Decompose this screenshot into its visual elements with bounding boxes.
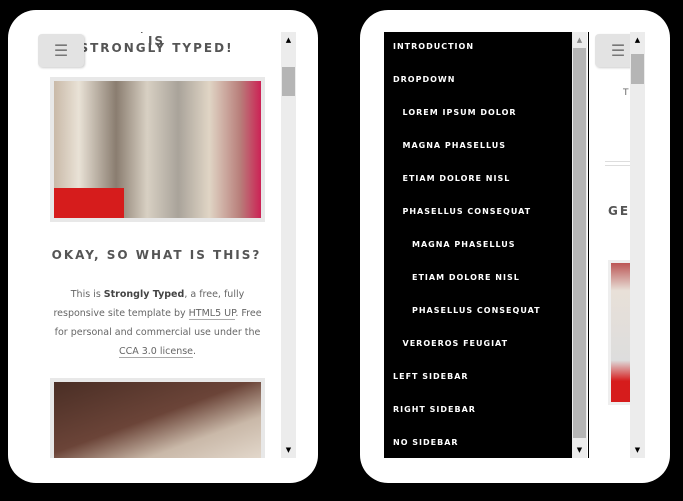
menu-item[interactable]: MAGNA PHASELLUS: [412, 240, 516, 249]
cut-heading: GEN: [608, 204, 630, 218]
text: This is: [70, 289, 104, 300]
html5up-link[interactable]: HTML5 UP: [188, 308, 236, 320]
menu-item[interactable]: MAGNA PHASELLUS: [403, 141, 507, 150]
cut-text: T: [623, 88, 629, 98]
cake-image: [50, 378, 265, 458]
divider: [605, 161, 630, 166]
hamburger-icon: ☰: [53, 41, 69, 60]
right-scrollbar[interactable]: ▲ ▼: [630, 32, 645, 458]
menu-item[interactable]: DROPDOWN: [393, 75, 455, 84]
menu-item[interactable]: RIGHT SIDEBAR: [393, 405, 476, 414]
text: .: [193, 346, 197, 357]
menu-item[interactable]: ETIAM DOLORE NISL: [403, 174, 511, 183]
menu-scrollbar[interactable]: ▲ ▼: [572, 32, 587, 458]
menu-item[interactable]: LEFT SIDEBAR: [393, 372, 469, 381]
menu-item[interactable]: INTRODUCTION: [393, 42, 474, 51]
scroll-down-arrow-icon[interactable]: ▼: [281, 444, 296, 456]
menu-item[interactable]: NO SIDEBAR: [393, 438, 459, 447]
scroll-thumb[interactable]: [282, 67, 295, 96]
scroll-up-arrow-icon[interactable]: ▲: [281, 34, 296, 46]
menu-item[interactable]: PHASELLUS CONSEQUAT: [403, 207, 532, 216]
books-image: [608, 260, 630, 405]
scroll-up-arrow-icon[interactable]: ▲: [630, 34, 645, 46]
menu-toggle-button[interactable]: ☰: [595, 34, 630, 67]
menu-item[interactable]: ETIAM DOLORE NISL: [412, 273, 520, 282]
menu-item[interactable]: PHASELLUS CONSEQUAT: [412, 306, 541, 315]
left-scrollbar[interactable]: ▲ ▼: [281, 32, 296, 458]
left-viewport: GENTLEMEN, BEHOLD! THIS IS STRONGLY TYPE…: [32, 32, 281, 458]
scroll-down-arrow-icon[interactable]: ▼: [630, 444, 645, 456]
right-viewport: ☰ T GEN: [590, 32, 630, 458]
scroll-thumb[interactable]: [573, 48, 586, 438]
scroll-down-arrow-icon[interactable]: ▼: [572, 444, 587, 456]
nav-panel: INTRODUCTION DROPDOWN LOREM IPSUM DOLOR MAG…: [384, 32, 572, 458]
scroll-up-arrow-icon[interactable]: ▲: [572, 34, 587, 46]
hamburger-icon: ☰: [610, 41, 626, 60]
books-image: [50, 77, 265, 222]
menu-toggle-button[interactable]: ☰: [38, 34, 84, 67]
intro-text: This is Strongly Typed, a free, fully re…: [50, 285, 265, 361]
section-heading: OKAY, SO WHAT IS THIS?: [51, 248, 262, 262]
scroll-thumb[interactable]: [631, 54, 644, 84]
menu-item[interactable]: LOREM IPSUM DOLOR: [403, 108, 517, 117]
divider: [588, 32, 589, 458]
menu-item[interactable]: VEROEROS FEUGIAT: [403, 339, 509, 348]
strong-text: Strongly Typed: [103, 289, 185, 300]
license-link[interactable]: CCA 3.0 license: [118, 346, 194, 358]
